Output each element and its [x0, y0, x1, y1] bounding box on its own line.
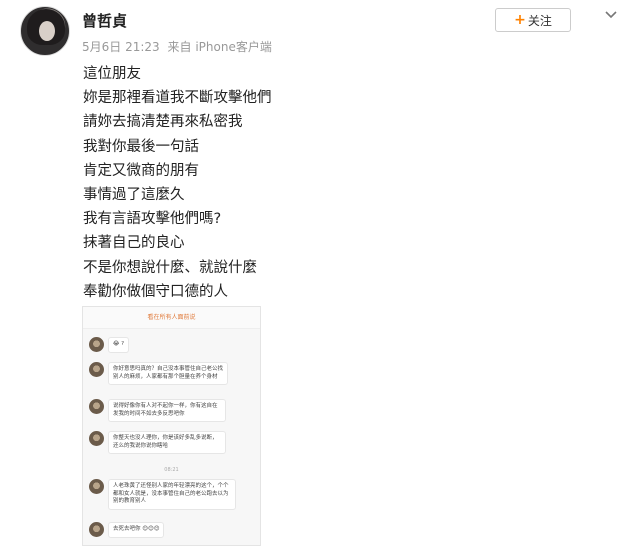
- user-avatar[interactable]: [20, 6, 70, 56]
- post-meta: 5月6日 21:23 来自 iPhone客户端: [82, 38, 276, 55]
- sender-avatar: [89, 399, 104, 414]
- post-line: 事情過了這麼久: [83, 186, 185, 203]
- post-line: 不是你想說什麼、就說什麼: [83, 259, 257, 276]
- chat-bubble: 你整天也没人理你，你是该好多乱多说断，还么的我说你说你瞎哈: [108, 431, 226, 454]
- post-source: 来自 iPhone客户端: [167, 40, 272, 54]
- chat-bubble: 去死去吧你 😊😊😊: [108, 522, 165, 538]
- chat-timestamp: 08:21: [164, 467, 179, 473]
- chat-message: 你整天也没人理你，你是该好多乱多说断，还么的我说你说你瞎哈: [89, 431, 239, 454]
- post-text: 這位朋友 妳是那裡看道我不斷攻擊他們 請妳去搞清楚再來私密我 我對你最後一句話 …: [83, 62, 272, 304]
- chat-message: 你好意思吗真的？自己没本事管住自己老公找别人的麻烦，人家都有那个胆量在养个身材: [89, 362, 239, 385]
- sender-avatar: [89, 479, 104, 494]
- chat-message: 说得好像你有人对不起你一样，你有这自在发我的时间不如去多反思吧你: [89, 399, 239, 422]
- chat-bubble: 😂 ?: [108, 337, 130, 353]
- username[interactable]: 曾哲貞: [82, 10, 127, 31]
- attached-chat-screenshot[interactable]: 看在所有人面前说 😂 ? 你好意思吗真的？自己没本事管住自己老公找别人的麻烦，人…: [82, 306, 261, 546]
- post-date[interactable]: 5月6日 21:23: [82, 40, 160, 54]
- follow-label: 关注: [527, 13, 552, 28]
- chat-bubble: 你好意思吗真的？自己没本事管住自己老公找别人的麻烦，人家都有那个胆量在养个身材: [108, 362, 228, 385]
- plus-icon: +: [514, 12, 526, 28]
- chat-bubble: 说得好像你有人对不起你一样，你有这自在发我的时间不如去多反思吧你: [108, 399, 226, 422]
- chat-message: 去死去吧你 😊😊😊: [89, 522, 165, 538]
- post-line: 我對你最後一句話: [83, 138, 199, 155]
- follow-button[interactable]: + 关注: [495, 8, 571, 32]
- post-line: 抹著自己的良心: [83, 235, 185, 252]
- sender-avatar: [89, 337, 104, 352]
- sender-avatar: [89, 431, 104, 446]
- sender-avatar: [89, 522, 104, 537]
- post-line: 肯定又微商的朋有: [83, 162, 199, 179]
- chevron-down-icon[interactable]: [604, 8, 618, 22]
- chat-message: 😂 ?: [89, 337, 130, 353]
- chat-bubble: 人老珠黄了还怪别人家的年轻漂亮的这个，个个都和女人就是，没本事管住自己的老公跑去…: [108, 479, 236, 510]
- chat-header: 看在所有人面前说: [83, 307, 260, 329]
- post-line: 妳是那裡看道我不斷攻擊他們: [83, 90, 272, 107]
- post-line: 奉勸你做個守口德的人: [83, 283, 228, 300]
- post-line: 我有言語攻擊他們嗎?: [83, 211, 222, 228]
- sender-avatar: [89, 362, 104, 377]
- chat-message: 人老珠黄了还怪别人家的年轻漂亮的这个，个个都和女人就是，没本事管住自己的老公跑去…: [89, 479, 249, 510]
- post-line: 請妳去搞清楚再來私密我: [83, 114, 243, 131]
- post-line: 這位朋友: [83, 66, 141, 82]
